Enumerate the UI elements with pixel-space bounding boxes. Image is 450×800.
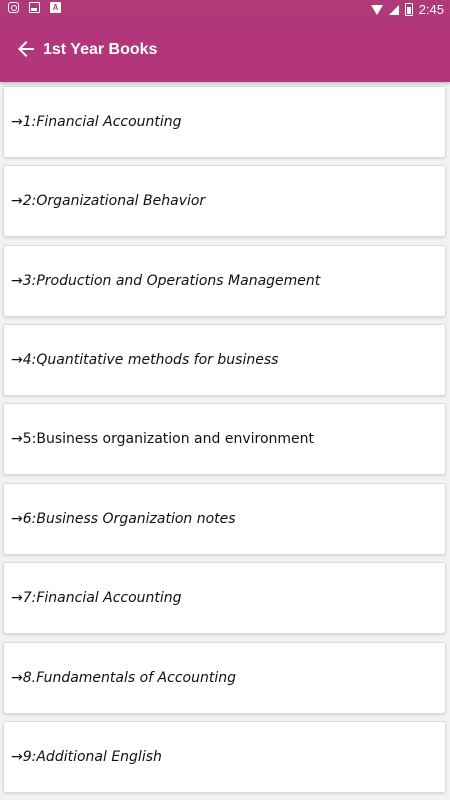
book-item-3[interactable]: →3:Production and Operations Management (3, 245, 446, 317)
book-item-label: →9:Additional English (11, 749, 162, 765)
status-left-icons: A (8, 2, 61, 13)
book-item-label: →5:Business organization and environment (11, 431, 314, 447)
book-item-label: →2:Organizational Behavior (11, 193, 206, 209)
image-icon (29, 2, 40, 13)
book-item-8[interactable]: →8.Fundamentals of Accounting (3, 642, 446, 714)
book-item-label: →8.Fundamentals of Accounting (11, 670, 236, 686)
font-icon: A (50, 2, 61, 13)
page-title: 1st Year Books (43, 41, 158, 58)
book-item-label: →7:Financial Accounting (11, 590, 182, 606)
book-item-1[interactable]: →1:Financial Accounting (3, 86, 446, 158)
signal-icon (388, 4, 399, 15)
status-time: 2:45 (418, 2, 444, 17)
book-item-label: →4:Quantitative methods for business (11, 352, 279, 368)
book-item-label: →1:Financial Accounting (11, 114, 182, 130)
book-item-6[interactable]: →6:Business Organization notes (3, 483, 446, 555)
book-item-label: →3:Production and Operations Management (11, 273, 321, 289)
book-item-9[interactable]: →9:Additional English (3, 721, 446, 793)
status-right-icons: 2:45 (370, 1, 444, 18)
instagram-icon (8, 2, 19, 13)
book-item-7[interactable]: →7:Financial Accounting (3, 562, 446, 634)
arrow-left-icon (18, 41, 34, 57)
book-item-2[interactable]: →2:Organizational Behavior (3, 165, 446, 237)
wifi-icon (370, 4, 383, 15)
status-bar: A 2:45 (0, 0, 450, 19)
app-bar: 1st Year Books (0, 19, 450, 82)
book-item-4[interactable]: →4:Quantitative methods for business (3, 324, 446, 396)
book-item-label: →6:Business Organization notes (11, 511, 236, 527)
back-button[interactable] (14, 37, 40, 63)
book-item-5[interactable]: →5:Business organization and environment (3, 403, 446, 475)
battery-icon (404, 3, 413, 16)
